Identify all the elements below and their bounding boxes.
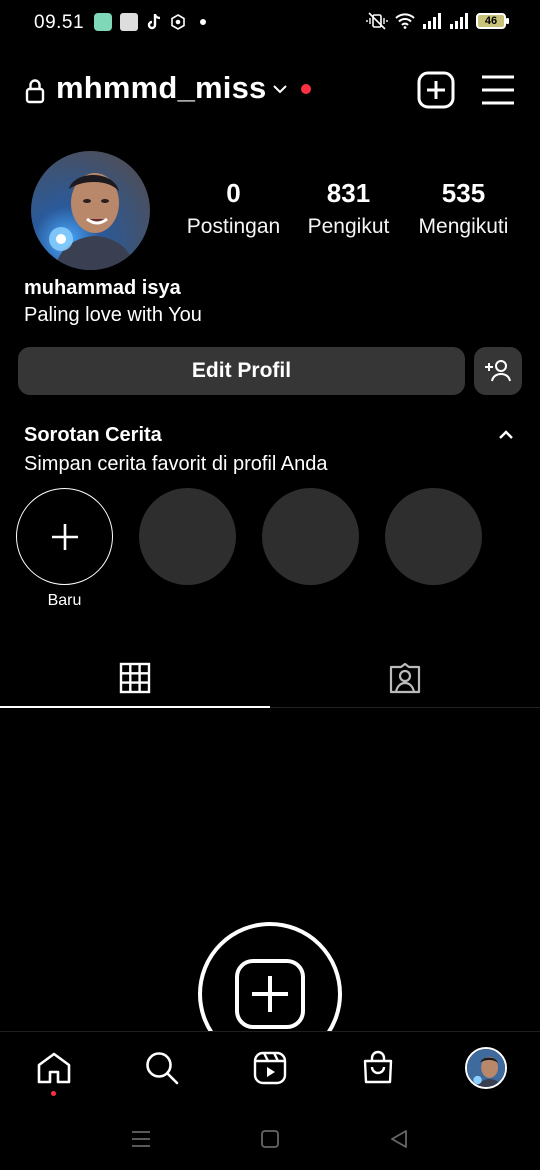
bottom-navigation (0, 1031, 540, 1107)
full-name: muhammad isya (24, 277, 181, 299)
stat-value: 535 (441, 178, 486, 208)
stat-value: 831 (326, 178, 371, 208)
new-highlight-label: Baru (47, 592, 82, 609)
signal-icon-2 (450, 13, 468, 29)
lock-icon (25, 79, 45, 104)
home-square-icon (261, 1130, 279, 1148)
stat-label: Postingan (186, 215, 281, 238)
signal-icon (423, 13, 441, 29)
new-highlight-button[interactable] (16, 488, 113, 585)
home-icon (37, 1052, 71, 1084)
settings-app-icon (171, 14, 185, 30)
stat-label: Pengikut (307, 215, 390, 238)
stat-label: Mengikuti (418, 215, 509, 238)
status-bar: 09.51 46 (0, 0, 540, 46)
status-time: 09.51 (34, 12, 85, 33)
tiktok-app-icon (147, 14, 161, 30)
system-navigation (0, 1107, 540, 1170)
recents-button[interactable] (129, 1127, 153, 1151)
notification-dot (301, 84, 311, 94)
profile-header: mhmmd_miss (24, 66, 516, 116)
messages-app-icon (94, 13, 112, 31)
nav-reels[interactable] (250, 1048, 290, 1088)
status-app-icons (94, 13, 206, 31)
profile-avatar (465, 1047, 507, 1089)
highlight-placeholder (262, 488, 359, 585)
chevron-down-icon[interactable] (271, 80, 289, 98)
recents-icon (132, 1131, 150, 1147)
notification-dot (51, 1091, 56, 1096)
nav-search[interactable] (142, 1048, 182, 1088)
username[interactable]: mhmmd_miss (56, 70, 266, 106)
add-person-icon (485, 360, 511, 382)
chevron-up-icon[interactable] (498, 428, 514, 442)
vibrate-off-icon (366, 12, 388, 30)
profile-photo (31, 151, 150, 270)
stat-followers[interactable]: 831 Pengikut (291, 178, 406, 239)
tab-grid[interactable] (0, 648, 270, 708)
stat-posts[interactable]: 0 Postingan (176, 178, 291, 239)
nav-profile[interactable] (464, 1046, 508, 1090)
highlight-placeholder (385, 488, 482, 585)
shop-app-icon (120, 13, 138, 31)
tagged-icon (389, 662, 421, 694)
add-post-icon[interactable] (416, 70, 456, 110)
menu-icon[interactable] (480, 74, 516, 106)
highlights-subtitle: Simpan cerita favorit di profil Anda (24, 453, 328, 475)
tab-tagged[interactable] (270, 648, 540, 708)
plus-icon (51, 523, 78, 550)
back-icon (391, 1130, 407, 1148)
notification-dot (200, 19, 206, 25)
back-button[interactable] (387, 1127, 411, 1151)
status-right: 46 (366, 12, 509, 30)
search-icon (146, 1052, 179, 1085)
battery-indicator: 46 (476, 13, 509, 29)
add-post-icon (235, 959, 305, 1029)
bio: Paling love with You (24, 304, 202, 326)
highlight-placeholder (139, 488, 236, 585)
stat-value: 0 (226, 178, 241, 208)
home-button[interactable] (258, 1127, 282, 1151)
discover-people-button[interactable] (474, 347, 522, 395)
nav-shop[interactable] (358, 1048, 398, 1088)
grid-icon (119, 662, 151, 694)
profile-stats: 0 Postingan 831 Pengikut 535 Mengikuti (176, 178, 521, 239)
nav-home[interactable] (34, 1048, 74, 1088)
highlights-title: Sorotan Cerita (24, 424, 162, 446)
shop-icon (363, 1050, 393, 1084)
wifi-icon (395, 13, 415, 29)
profile-photo-small (467, 1049, 505, 1087)
reels-icon (253, 1051, 287, 1085)
profile-avatar[interactable] (31, 151, 150, 270)
stat-following[interactable]: 535 Mengikuti (406, 178, 521, 239)
edit-profile-button[interactable]: Edit Profil (18, 347, 465, 395)
tab-active-indicator (0, 706, 270, 708)
